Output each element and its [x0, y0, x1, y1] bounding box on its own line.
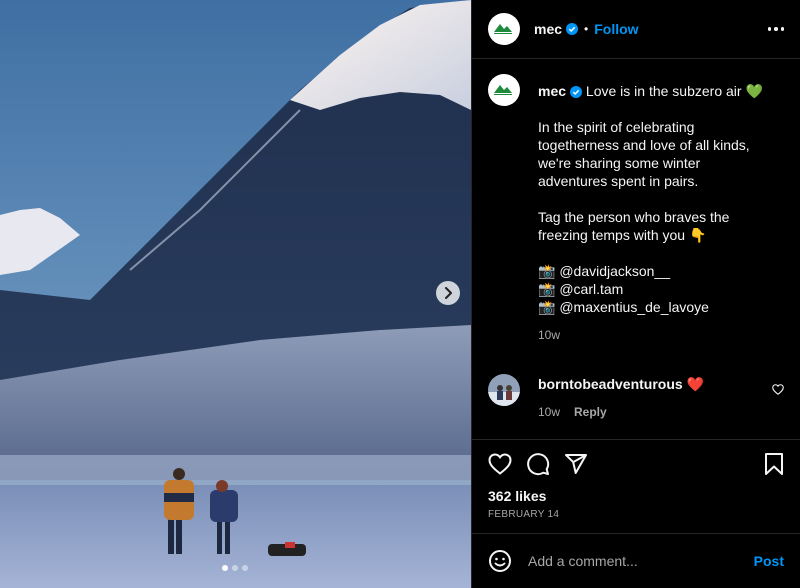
like-button[interactable]: [488, 453, 512, 475]
caption-paragraph: Tag the person who braves the freezing t…: [538, 209, 730, 243]
share-button[interactable]: [564, 452, 588, 476]
photo-credit[interactable]: 📸 @carl.tam: [538, 280, 768, 298]
comment-button[interactable]: [526, 452, 550, 476]
winter-landscape-image: [0, 0, 471, 588]
comment-meta: 10w Reply: [538, 405, 784, 419]
emoji-icon: [489, 550, 511, 572]
header-user: mec • Follow: [534, 21, 639, 37]
comment-icon: [527, 453, 550, 476]
more-options-button[interactable]: [767, 27, 784, 31]
carousel-indicator: [222, 565, 248, 571]
caption-line: Love is in the subzero air 💚: [585, 83, 763, 99]
reply-button[interactable]: Reply: [574, 405, 607, 419]
post-photo[interactable]: [0, 0, 471, 588]
post-comment-button[interactable]: Post: [754, 553, 784, 569]
verified-badge-icon: [570, 86, 583, 98]
comment-body: borntobeadventurous ❤️ 10w Reply: [538, 374, 784, 419]
caption-timestamp[interactable]: 10w: [538, 326, 768, 344]
mec-avatar[interactable]: [488, 13, 520, 45]
post-details-panel: mec • Follow mec Love is in the subzero …: [471, 0, 800, 588]
carousel-dot: [232, 565, 238, 571]
chevron-right-icon: [445, 287, 452, 299]
more-horizontal-icon: [767, 27, 771, 31]
mec-logo: [494, 24, 512, 34]
heart-icon: [488, 453, 512, 475]
verified-badge-icon: [566, 23, 579, 35]
caption: mec Love is in the subzero air 💚 In the …: [488, 74, 784, 344]
caption-text: mec Love is in the subzero air 💚 In the …: [538, 74, 768, 344]
avatar-photo: [488, 374, 520, 406]
add-comment-bar: Post: [472, 533, 800, 588]
mec-logo: [494, 85, 512, 95]
comment-timestamp[interactable]: 10w: [538, 405, 560, 419]
commenter-username[interactable]: borntobeadventurous: [538, 376, 683, 392]
save-button[interactable]: [764, 452, 784, 476]
photo-credit[interactable]: 📸 @maxentius_de_lavoye: [538, 298, 768, 316]
comments-section[interactable]: mec Love is in the subzero air 💚 In the …: [472, 60, 800, 438]
heart-icon: [772, 384, 784, 395]
commenter-avatar[interactable]: [488, 374, 520, 406]
carousel-dot: [222, 565, 228, 571]
post-actions: 362 likes FEBRUARY 14: [472, 439, 800, 533]
post-date[interactable]: FEBRUARY 14: [488, 509, 784, 520]
post-header: mec • Follow: [472, 0, 800, 59]
separator-bullet: •: [584, 22, 589, 36]
emoji-button[interactable]: [488, 549, 512, 573]
mec-avatar[interactable]: [488, 74, 520, 106]
carousel-dot: [242, 565, 248, 571]
caption-username[interactable]: mec: [538, 83, 566, 99]
next-photo-button[interactable]: [436, 281, 460, 305]
photo-credit[interactable]: 📸 @davidjackson__: [538, 262, 768, 280]
comment-input[interactable]: [528, 553, 754, 569]
bookmark-icon: [765, 453, 783, 475]
username-link[interactable]: mec: [534, 21, 562, 37]
follow-button[interactable]: Follow: [594, 21, 638, 37]
comment-text: ❤️: [686, 376, 704, 392]
comment-item: borntobeadventurous ❤️ 10w Reply: [488, 374, 784, 419]
share-icon: [565, 454, 587, 474]
like-comment-button[interactable]: [772, 382, 784, 400]
caption-paragraph: In the spirit of celebrating togethernes…: [538, 119, 750, 189]
likes-count[interactable]: 362 likes: [488, 488, 784, 504]
